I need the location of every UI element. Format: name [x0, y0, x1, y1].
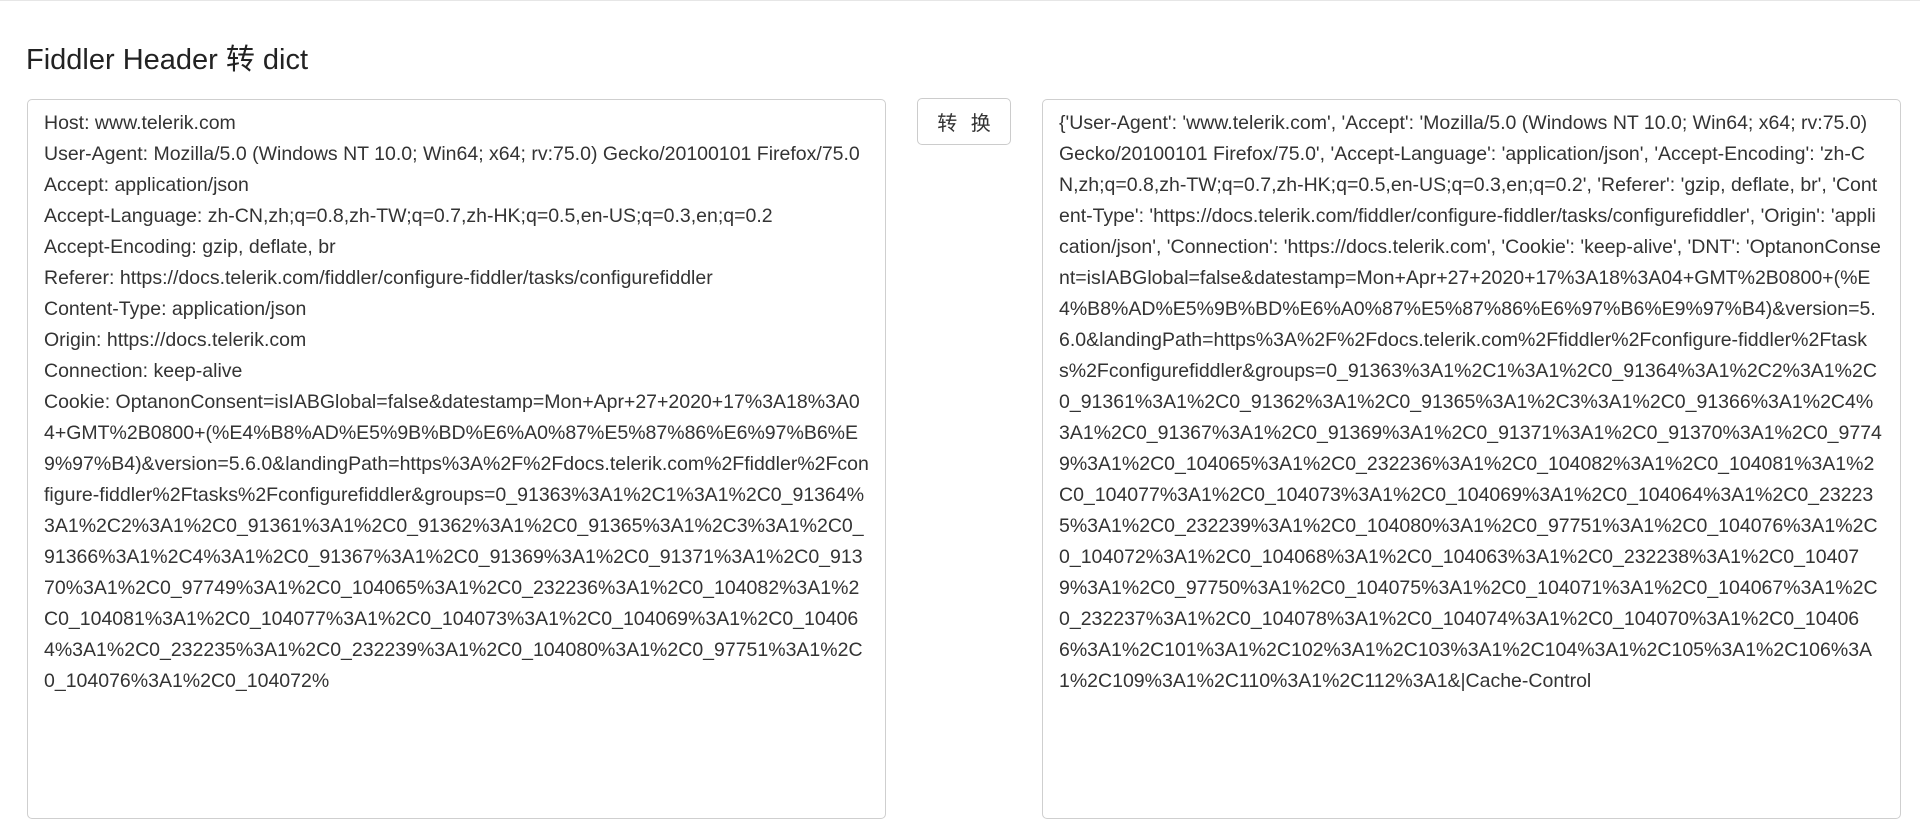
page-title: Fiddler Header 转 dict	[26, 44, 309, 76]
header-input-textarea[interactable]: Host: www.telerik.com User-Agent: Mozill…	[27, 99, 886, 819]
header-input-text: Host: www.telerik.com User-Agent: Mozill…	[44, 112, 869, 692]
convert-button[interactable]: 转 换	[917, 98, 1011, 145]
dict-output-textarea[interactable]: {'User-Agent': 'www.telerik.com', 'Accep…	[1042, 99, 1901, 819]
dict-output-text: {'User-Agent': 'www.telerik.com', 'Accep…	[1059, 112, 1882, 692]
top-divider	[0, 0, 1920, 1]
